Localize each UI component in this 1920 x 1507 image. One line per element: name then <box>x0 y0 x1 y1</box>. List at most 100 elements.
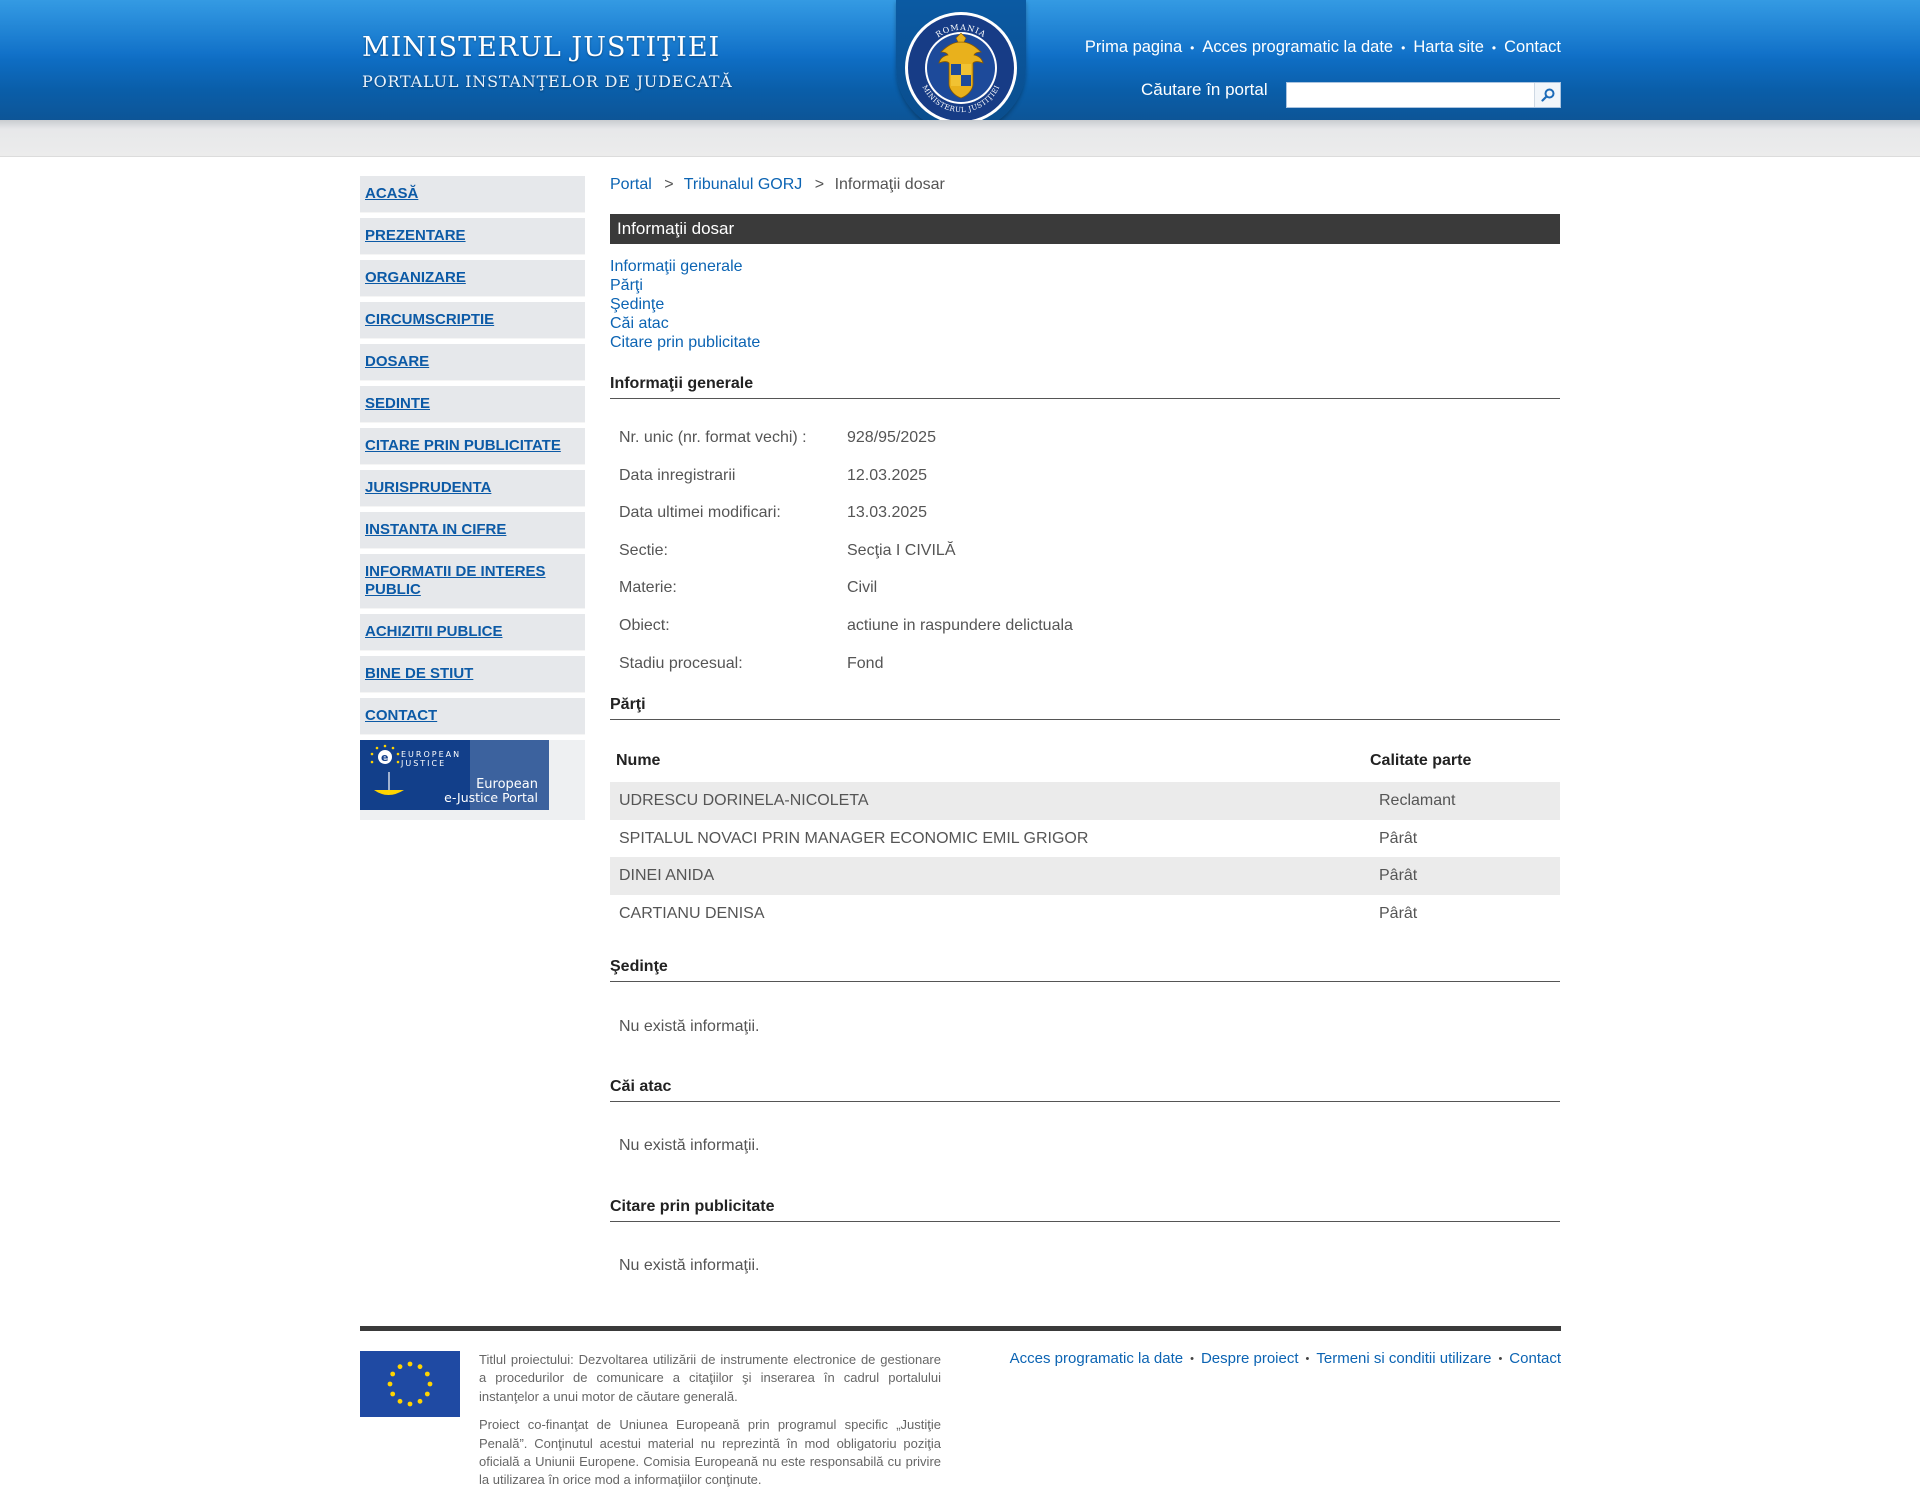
sidebar-item-achizitii-publice[interactable]: ACHIZITII PUBLICE <box>360 614 585 651</box>
top-link-harta-site[interactable]: Harta site <box>1413 38 1484 57</box>
general-info-table: Nr. unic (nr. format vechi) : 928/95/2025… <box>610 429 1560 692</box>
toc-link-citare[interactable]: Citare prin publicitate <box>610 333 1560 352</box>
info-label: Nr. unic (nr. format vechi) : <box>619 429 807 446</box>
footer-link-contact[interactable]: Contact <box>1509 1350 1561 1367</box>
toc-link-sedinte[interactable]: Şedinţe <box>610 295 1560 314</box>
sidebar-item-contact[interactable]: CONTACT <box>360 698 585 735</box>
party-role: Pârât <box>1379 867 1418 885</box>
breadcrumb-separator: > <box>814 176 825 193</box>
site-subtitle: PORTALUL INSTANŢELOR DE JUDECATĂ <box>362 72 733 91</box>
section-links: Informaţii generale Părţi Şedinţe Căi at… <box>610 257 1560 352</box>
info-label: Data ultimei modificari: <box>619 504 781 522</box>
top-nav: Prima pagina • Acces programatic la date… <box>1085 38 1561 57</box>
toc-link-parti[interactable]: Părţi <box>610 276 1560 295</box>
eu-star-icon <box>407 1401 413 1407</box>
sidebar-nav: ACASĂ PREZENTARE ORGANIZARE CIRCUMSCRIPT… <box>360 176 585 820</box>
sidebar-item-acasa[interactable]: ACASĂ <box>360 176 585 213</box>
separator-dot: • <box>1401 40 1406 55</box>
eu-star-icon <box>397 1364 403 1370</box>
site-header: MINISTERUL JUSTIŢIEI PORTALUL INSTANŢELO… <box>0 0 1920 132</box>
eu-star-icon <box>407 1361 413 1367</box>
info-row: Obiect: actiune in raspundere delictuala <box>610 617 1560 655</box>
info-row: Nr. unic (nr. format vechi) : 928/95/2025 <box>610 429 1560 467</box>
info-row: Data ultimei modificari: 13.03.2025 <box>610 504 1560 542</box>
breadcrumb-court[interactable]: Tribunalul GORJ <box>684 176 803 193</box>
coat-of-arms-icon[interactable]: ROMANIA MINISTERUL JUSTIŢIEI <box>901 8 1021 128</box>
party-name: UDRESCU DORINELA-NICOLETA <box>619 791 869 809</box>
svg-text:e-Justice Portal: e-Justice Portal <box>444 790 538 805</box>
section-heading-citare: Citare prin publicitate <box>610 1198 1560 1222</box>
ejustice-logo-icon: e EUROPEAN JUSTICE European e-Justice Po… <box>360 740 549 810</box>
info-value: 928/95/2025 <box>847 429 936 446</box>
footer-project-text: Titlul proiectului: Dezvoltarea utilizăr… <box>479 1351 941 1490</box>
info-row: Data inregistrarii 12.03.2025 <box>610 467 1560 505</box>
eu-star-icon <box>390 1391 396 1397</box>
ejustice-banner[interactable]: e EUROPEAN JUSTICE European e-Justice Po… <box>360 740 549 810</box>
search-button[interactable] <box>1534 83 1560 107</box>
svg-text:JUSTICE: JUSTICE <box>400 759 446 768</box>
info-value: 12.03.2025 <box>847 466 928 484</box>
sidebar-item-informatii-interes-public[interactable]: INFORMATII DE INTERES PUBLIC <box>360 554 585 609</box>
column-header-nume: Nume <box>616 752 661 770</box>
party-name: CARTIANU DENISA <box>619 904 765 922</box>
eu-star-icon <box>387 1381 393 1387</box>
footer-disclaimer: Proiect co-finanţat de Uniunea Europeană… <box>479 1417 941 1488</box>
sidebar-item-citare[interactable]: CITARE PRIN PUBLICITATE <box>360 428 585 465</box>
main-content: Portal > Tribunalul GORJ > Informaţii do… <box>610 176 1560 1275</box>
sidebar-item-bine-de-stiut[interactable]: BINE DE STIUT <box>360 656 585 693</box>
search-icon <box>1540 88 1554 102</box>
party-role: Reclamant <box>1379 791 1456 809</box>
sidebar-item-prezentare[interactable]: PREZENTARE <box>360 218 585 255</box>
separator-dot: • <box>1190 40 1195 55</box>
sidebar-item-organizare[interactable]: ORGANIZARE <box>360 260 585 297</box>
sidebar-item-circumscriptie[interactable]: CIRCUMSCRIPTIE <box>360 302 585 339</box>
info-value: Secţia I CIVILĂ <box>847 541 956 559</box>
empty-message: Nu există informaţii. <box>619 1136 760 1154</box>
eu-star-icon <box>397 1398 403 1404</box>
separator-dot: • <box>1190 1352 1194 1365</box>
footer-link-acces-programatic[interactable]: Acces programatic la date <box>1010 1350 1183 1367</box>
search-box <box>1286 82 1561 108</box>
info-value: 13.03.2025 <box>847 504 928 522</box>
info-value: Fond <box>847 654 884 672</box>
sidebar-item-jurisprudenta[interactable]: JURISPRUDENTA <box>360 470 585 507</box>
party-name: SPITALUL NOVACI PRIN MANAGER ECONOMIC EM… <box>619 829 1089 847</box>
sidebar-item-sedinte[interactable]: SEDINTE <box>360 386 585 423</box>
sidebar-item-dosare[interactable]: DOSARE <box>360 344 585 381</box>
eu-star-icon <box>390 1371 396 1377</box>
info-row: Materie: Civil <box>610 579 1560 617</box>
eu-star-icon <box>417 1364 423 1370</box>
breadcrumb-portal[interactable]: Portal <box>610 176 652 193</box>
separator-dot: • <box>1491 40 1497 55</box>
top-link-acces-programatic[interactable]: Acces programatic la date <box>1202 38 1393 57</box>
search-input[interactable] <box>1287 83 1534 107</box>
info-value: actiune in raspundere delictuala <box>847 616 1073 634</box>
breadcrumb-separator: > <box>664 176 674 193</box>
table-row: DINEI ANIDA Pârât <box>610 857 1560 895</box>
sidebar-item-instanta-in-cifre[interactable]: INSTANTA IN CIFRE <box>360 512 585 549</box>
top-link-prima-pagina[interactable]: Prima pagina <box>1085 38 1182 57</box>
table-row: CARTIANU DENISA Pârât <box>610 895 1560 933</box>
svg-text:EUROPEAN: EUROPEAN <box>401 750 461 759</box>
info-label: Materie: <box>619 579 677 597</box>
search-label: Căutare în portal <box>1141 80 1268 99</box>
toc-link-informatii-generale[interactable]: Informaţii generale <box>610 257 1560 276</box>
footer-link-termeni[interactable]: Termeni si conditii utilizare <box>1316 1350 1491 1367</box>
footer-project-title: Titlul proiectului: Dezvoltarea utilizăr… <box>479 1352 941 1404</box>
toc-link-cai-atac[interactable]: Căi atac <box>610 314 1560 333</box>
info-label: Sectie: <box>619 541 668 559</box>
breadcrumb-current: Informaţii dosar <box>834 176 945 193</box>
info-label: Obiect: <box>619 616 670 634</box>
eu-star-icon <box>424 1371 430 1377</box>
eu-star-icon <box>417 1398 423 1404</box>
party-role: Pârât <box>1379 904 1418 922</box>
svg-text:e: e <box>381 751 388 764</box>
table-row: SPITALUL NOVACI PRIN MANAGER ECONOMIC EM… <box>610 820 1560 858</box>
breadcrumb: Portal > Tribunalul GORJ > Informaţii do… <box>610 176 1560 200</box>
info-label: Data inregistrarii <box>619 466 736 484</box>
section-heading-cai-atac: Căi atac <box>610 1078 1560 1102</box>
top-link-contact[interactable]: Contact <box>1504 38 1561 57</box>
eu-star-icon <box>424 1391 430 1397</box>
separator-dot: • <box>1305 1352 1310 1365</box>
footer-link-despre-proiect[interactable]: Despre proiect <box>1201 1350 1299 1367</box>
